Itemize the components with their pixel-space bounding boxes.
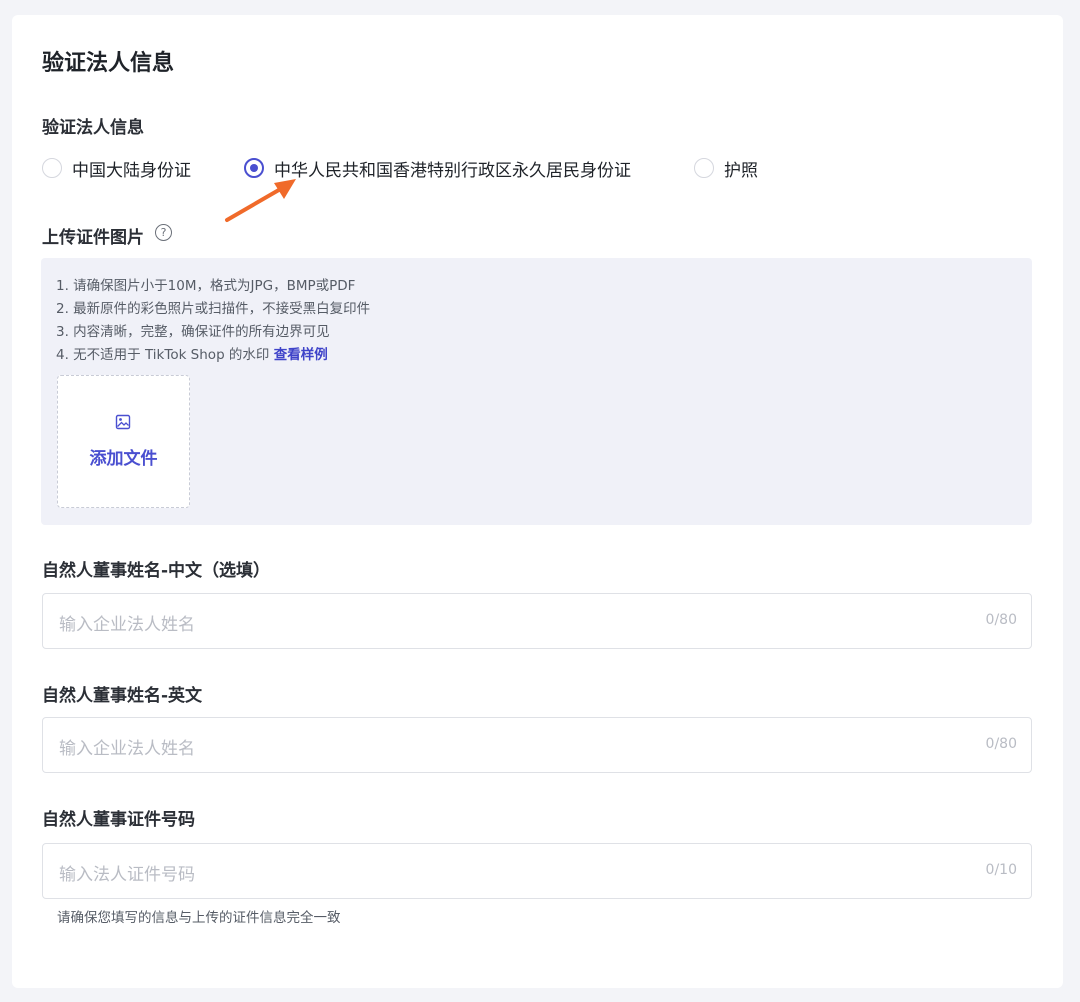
id-type-label: 验证法人信息 [42, 118, 144, 138]
id-number-placeholder: 输入法人证件号码 [59, 865, 195, 885]
upload-tip-4-text: 4. 无不适用于 TikTok Shop 的水印 [56, 347, 270, 363]
name-en-char-count: 0/80 [985, 736, 1017, 752]
upload-tip-2: 2. 最新原件的彩色照片或扫描件，不接受黑白复印件 [56, 301, 371, 317]
radio-mainland-id-label[interactable]: 中国大陆身份证 [72, 156, 191, 181]
image-icon [115, 414, 131, 430]
upload-tip-3: 3. 内容清晰，完整，确保证件的所有边界可见 [56, 324, 330, 340]
radio-mainland-id[interactable] [42, 158, 62, 178]
name-en-input[interactable]: 输入企业法人姓名 0/80 [42, 717, 1032, 773]
name-en-label: 自然人董事姓名-英文 [42, 686, 203, 706]
add-file-label: 添加文件 [89, 449, 158, 469]
name-cn-placeholder: 输入企业法人姓名 [59, 615, 195, 635]
view-sample-link[interactable]: 查看样例 [274, 347, 328, 363]
upload-tip-4: 4. 无不适用于 TikTok Shop 的水印 查看样例 [56, 343, 328, 363]
upload-area: 1. 请确保图片小于10M，格式为JPG，BMP或PDF 2. 最新原件的彩色照… [41, 258, 1032, 525]
name-en-placeholder: 输入企业法人姓名 [59, 739, 195, 759]
id-number-char-count: 0/10 [985, 862, 1017, 878]
id-number-label: 自然人董事证件号码 [42, 810, 195, 830]
radio-passport[interactable] [694, 158, 714, 178]
annotation-arrow-icon [225, 179, 296, 222]
name-cn-input[interactable]: 输入企业法人姓名 0/80 [42, 593, 1032, 649]
upload-tip-1: 1. 请确保图片小于10M，格式为JPG，BMP或PDF [56, 278, 356, 294]
id-number-input[interactable]: 输入法人证件号码 0/10 [42, 843, 1032, 899]
form-card: 验证法人信息 验证法人信息 中国大陆身份证 中华人民共和国香港特别行政区永久居民… [12, 15, 1063, 988]
upload-label: 上传证件图片 [42, 228, 144, 248]
consistency-hint: 请确保您填写的信息与上传的证件信息完全一致 [57, 910, 341, 926]
radio-passport-label[interactable]: 护照 [724, 156, 758, 181]
name-cn-label: 自然人董事姓名-中文（选填） [42, 561, 271, 581]
page-title: 验证法人信息 [42, 51, 175, 76]
radio-hk-id-label[interactable]: 中华人民共和国香港特别行政区永久居民身份证 [274, 156, 631, 181]
question-circle-icon[interactable]: ? [155, 224, 172, 241]
add-file-button[interactable]: 添加文件 [57, 375, 190, 508]
name-cn-char-count: 0/80 [985, 612, 1017, 628]
